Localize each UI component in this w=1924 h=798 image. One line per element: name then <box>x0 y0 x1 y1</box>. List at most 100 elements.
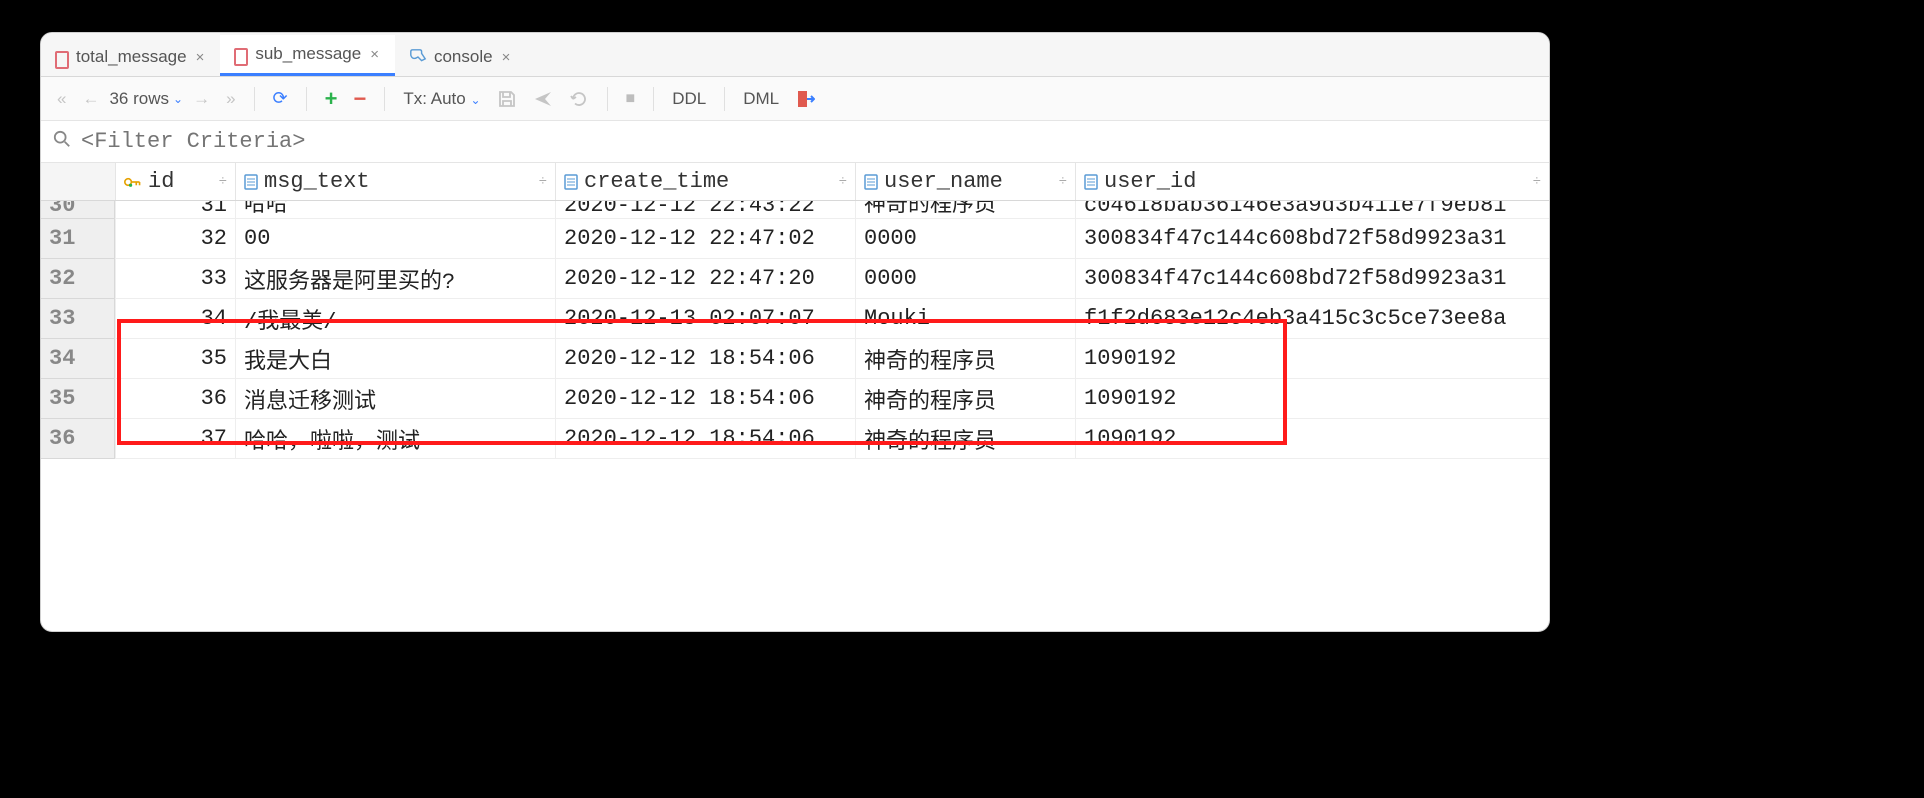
row-number-cell[interactable]: 36 <box>41 419 115 459</box>
cell-user-id[interactable]: 1090192 <box>1075 419 1549 459</box>
cell-user-id[interactable]: 1090192 <box>1075 379 1549 419</box>
tab-label: console <box>434 47 493 67</box>
table-row[interactable]: 3031哈哈2020-12-12 22:43:22神奇的程序员c04618bab… <box>41 201 1549 219</box>
separator <box>653 87 654 111</box>
table-row[interactable]: 3637哈哈，啦啦，测试2020-12-12 18:54:06神奇的程序员109… <box>41 419 1549 459</box>
cell-user-id[interactable]: f1f2d683e12c4eb3a415c3c5ce73ee8a <box>1075 299 1549 339</box>
column-icon <box>564 174 578 190</box>
chevron-down-icon: ⌄ <box>173 92 183 106</box>
column-header-create-time[interactable]: create_time ÷ <box>555 163 855 200</box>
cell-id[interactable]: 36 <box>115 379 235 419</box>
db-result-window: total_message × sub_message × console × … <box>40 32 1550 632</box>
tab-sub-message[interactable]: sub_message × <box>220 35 395 76</box>
filter-bar <box>41 121 1549 163</box>
column-header-id[interactable]: id ÷ <box>115 163 235 200</box>
cell-msg-text[interactable]: 消息迁移测试 <box>235 379 555 419</box>
cell-user-name[interactable]: 0000 <box>855 259 1075 299</box>
table-row[interactable]: 3536消息迁移测试2020-12-12 18:54:06神奇的程序员10901… <box>41 379 1549 419</box>
cell-user-name[interactable]: 神奇的程序员 <box>855 339 1075 379</box>
cell-user-id[interactable]: 300834f47c144c608bd72f58d9923a31 <box>1075 219 1549 259</box>
table-row[interactable]: 3233这服务器是阿里买的?2020-12-12 22:47:200000300… <box>41 259 1549 299</box>
tab-label: sub_message <box>255 44 361 64</box>
cell-msg-text[interactable]: 哈哈，啦啦，测试 <box>235 419 555 459</box>
cell-msg-text[interactable]: 这服务器是阿里买的? <box>235 259 555 299</box>
sort-icon: ÷ <box>1527 174 1541 190</box>
sort-icon: ÷ <box>1053 174 1067 190</box>
column-icon <box>244 174 258 190</box>
row-number-cell[interactable]: 31 <box>41 219 115 259</box>
ddl-button[interactable]: DDL <box>666 89 712 109</box>
chevron-down-icon: ⌄ <box>470 93 480 107</box>
cell-user-name[interactable]: Mouki <box>855 299 1075 339</box>
tx-label: Tx: Auto <box>403 89 465 108</box>
remove-row-button[interactable]: − <box>347 82 372 116</box>
cell-user-id[interactable]: c04618bab36146e3a9d3b411e7f9eb81 <box>1075 201 1549 219</box>
table-icon <box>234 46 248 62</box>
row-number-cell[interactable]: 32 <box>41 259 115 299</box>
cell-id[interactable]: 32 <box>115 219 235 259</box>
column-header-msg-text[interactable]: msg_text ÷ <box>235 163 555 200</box>
last-page-button[interactable]: » <box>220 85 241 113</box>
separator <box>306 87 307 111</box>
stop-button[interactable]: ■ <box>620 86 642 112</box>
cell-msg-text[interactable]: 00 <box>235 219 555 259</box>
column-label: create_time <box>584 169 729 194</box>
sort-icon: ÷ <box>533 174 547 190</box>
cell-id[interactable]: 37 <box>115 419 235 459</box>
cell-msg-text[interactable]: 我是大白 <box>235 339 555 379</box>
refresh-button[interactable]: ⟳ <box>267 84 294 113</box>
row-number-header[interactable] <box>41 163 115 200</box>
prev-page-button[interactable]: ← <box>76 85 105 113</box>
cell-user-id[interactable]: 1090192 <box>1075 339 1549 379</box>
tab-total-message[interactable]: total_message × <box>41 38 220 76</box>
save-button[interactable] <box>491 85 523 113</box>
primary-key-icon <box>124 175 142 189</box>
tab-label: total_message <box>76 47 187 67</box>
cell-id[interactable]: 34 <box>115 299 235 339</box>
table-icon <box>55 49 69 65</box>
row-number-cell[interactable]: 35 <box>41 379 115 419</box>
cell-user-name[interactable]: 神奇的程序员 <box>855 419 1075 459</box>
cell-create-time[interactable]: 2020-12-12 18:54:06 <box>555 419 855 459</box>
tab-console[interactable]: console × <box>395 38 526 76</box>
tx-mode-dropdown[interactable]: Tx: Auto ⌄ <box>397 89 486 109</box>
cell-create-time[interactable]: 2020-12-13 02:07:07 <box>555 299 855 339</box>
table-row[interactable]: 3132002020-12-12 22:47:020000300834f47c1… <box>41 219 1549 259</box>
cell-id[interactable]: 35 <box>115 339 235 379</box>
rollback-button[interactable] <box>563 85 595 113</box>
close-icon[interactable]: × <box>368 46 381 63</box>
cell-create-time[interactable]: 2020-12-12 22:43:22 <box>555 201 855 219</box>
cell-create-time[interactable]: 2020-12-12 22:47:20 <box>555 259 855 299</box>
table-row[interactable]: 3334/我最美/2020-12-13 02:07:07Moukif1f2d68… <box>41 299 1549 339</box>
cell-msg-text[interactable]: /我最美/ <box>235 299 555 339</box>
cell-user-name[interactable]: 神奇的程序员 <box>855 201 1075 219</box>
cell-user-name[interactable]: 神奇的程序员 <box>855 379 1075 419</box>
cell-create-time[interactable]: 2020-12-12 18:54:06 <box>555 379 855 419</box>
submit-button[interactable] <box>527 85 559 113</box>
column-header-user-id[interactable]: user_id ÷ <box>1075 163 1549 200</box>
grid-header: id ÷ msg_text ÷ create_time ÷ <box>41 163 1549 201</box>
row-number-cell[interactable]: 33 <box>41 299 115 339</box>
column-header-user-name[interactable]: user_name ÷ <box>855 163 1075 200</box>
cell-id[interactable]: 31 <box>115 201 235 219</box>
rows-count-dropdown[interactable]: 36 rows ⌄ <box>109 89 183 109</box>
column-label: msg_text <box>264 169 370 194</box>
table-row[interactable]: 3435我是大白2020-12-12 18:54:06神奇的程序员1090192 <box>41 339 1549 379</box>
cell-id[interactable]: 33 <box>115 259 235 299</box>
separator <box>607 87 608 111</box>
row-number-cell[interactable]: 34 <box>41 339 115 379</box>
first-page-button[interactable]: « <box>51 85 72 113</box>
close-icon[interactable]: × <box>194 49 207 66</box>
filter-input[interactable] <box>81 129 1537 154</box>
exit-door-icon[interactable] <box>789 85 821 113</box>
dml-button[interactable]: DML <box>737 89 785 109</box>
cell-user-name[interactable]: 0000 <box>855 219 1075 259</box>
cell-create-time[interactable]: 2020-12-12 18:54:06 <box>555 339 855 379</box>
row-number-cell[interactable]: 30 <box>41 201 115 219</box>
cell-msg-text[interactable]: 哈哈 <box>235 201 555 219</box>
add-row-button[interactable]: + <box>319 82 344 116</box>
cell-create-time[interactable]: 2020-12-12 22:47:02 <box>555 219 855 259</box>
cell-user-id[interactable]: 300834f47c144c608bd72f58d9923a31 <box>1075 259 1549 299</box>
close-icon[interactable]: × <box>500 49 513 66</box>
next-page-button[interactable]: → <box>187 85 216 113</box>
